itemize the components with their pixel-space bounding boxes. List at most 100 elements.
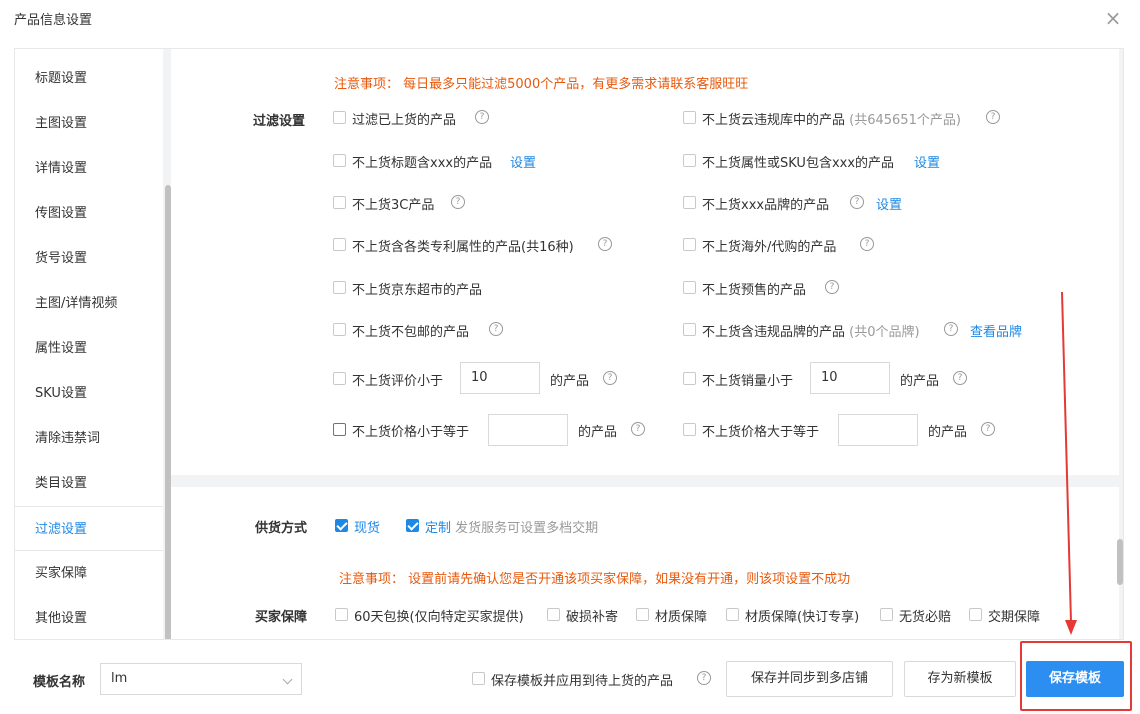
filter-min-price-label: 不上货价格大于等于 bbox=[702, 425, 820, 440]
sidebar-item-category[interactable]: 类目设置 bbox=[15, 461, 163, 506]
filter-3c-checkbox[interactable] bbox=[333, 196, 346, 209]
dialog-body: 标题设置 主图设置 详情设置 传图设置 货号设置 主图/详情视频 属性设置 SK… bbox=[14, 48, 1124, 640]
sidebar-item-buyer-guarantee[interactable]: 买家保障 bbox=[15, 551, 163, 596]
help-icon[interactable]: ? bbox=[850, 195, 864, 209]
filter-sales-label: 不上货销量小于 bbox=[702, 374, 794, 389]
help-icon[interactable]: ? bbox=[825, 280, 839, 294]
sidebar-item-main-image[interactable]: 主图设置 bbox=[15, 101, 163, 146]
apply-to-pending-label: 保存模板并应用到待上货的产品 bbox=[491, 674, 674, 689]
supply-guarantee-panel: 供货方式 现货 定制 发货服务可设置多档交期 注意事项： 设置前请先确认您是否开… bbox=[171, 487, 1119, 639]
filter-overseas-checkbox[interactable] bbox=[683, 238, 696, 251]
attribute-keyword-settings-link[interactable]: 设置 bbox=[914, 152, 940, 171]
supply-custom-note: 发货服务可设置多档交期 bbox=[455, 521, 599, 536]
filter-title-keyword-checkbox[interactable] bbox=[333, 154, 346, 167]
filter-attribute-keyword-checkbox[interactable] bbox=[683, 154, 696, 167]
guarantee-60-day-label: 60天包换(仅向特定买家提供) bbox=[354, 610, 524, 625]
sidebar-item-video[interactable]: 主图/详情视频 bbox=[15, 281, 163, 326]
settings-sidebar: 标题设置 主图设置 详情设置 传图设置 货号设置 主图/详情视频 属性设置 SK… bbox=[15, 49, 163, 639]
help-icon[interactable]: ? bbox=[489, 322, 503, 336]
help-icon[interactable]: ? bbox=[603, 371, 617, 385]
guarantee-delivery-checkbox[interactable] bbox=[969, 608, 982, 621]
sidebar-item-item-number[interactable]: 货号设置 bbox=[15, 236, 163, 281]
filter-overseas-label: 不上货海外/代购的产品 bbox=[702, 240, 837, 255]
filter-violating-brand-text: 不上货含违规品牌的产品 (共0个品牌) bbox=[702, 321, 920, 340]
supply-custom-text: 定制 发货服务可设置多档交期 bbox=[425, 517, 598, 536]
chevron-down-icon bbox=[282, 674, 293, 685]
guarantee-delivery-label: 交期保障 bbox=[988, 610, 1041, 625]
help-icon[interactable]: ? bbox=[944, 322, 958, 336]
filter-brand-checkbox[interactable] bbox=[683, 196, 696, 209]
template-name-select[interactable]: lm bbox=[100, 663, 302, 695]
highlight-box bbox=[1020, 641, 1132, 711]
help-icon[interactable]: ? bbox=[475, 110, 489, 124]
supply-section-label: 供货方式 bbox=[255, 521, 308, 536]
help-icon[interactable]: ? bbox=[986, 110, 1000, 124]
sidebar-item-attributes[interactable]: 属性设置 bbox=[15, 326, 163, 371]
filter-patent-label: 不上货含各类专利属性的产品(共16种) bbox=[352, 240, 574, 255]
help-icon[interactable]: ? bbox=[697, 671, 711, 685]
sidebar-item-other[interactable]: 其他设置 bbox=[15, 596, 163, 639]
help-icon[interactable]: ? bbox=[860, 237, 874, 251]
sidebar-item-detail[interactable]: 详情设置 bbox=[15, 146, 163, 191]
product-info-settings-dialog: 产品信息设置 × 标题设置 主图设置 详情设置 传图设置 货号设置 主图/详情视… bbox=[0, 0, 1140, 714]
help-icon[interactable]: ? bbox=[451, 195, 465, 209]
filter-cloud-violation-label: 不上货云违规库中的产品 bbox=[702, 113, 846, 128]
supply-custom-checkbox[interactable] bbox=[406, 519, 419, 532]
guarantee-stockout-checkbox[interactable] bbox=[880, 608, 893, 621]
filter-presale-checkbox[interactable] bbox=[683, 281, 696, 294]
filter-attribute-keyword-label: 不上货属性或SKU包含xxx的产品 bbox=[702, 156, 895, 171]
help-icon[interactable]: ? bbox=[953, 371, 967, 385]
max-price-input[interactable] bbox=[488, 414, 568, 446]
sidebar-item-upload-image[interactable]: 传图设置 bbox=[15, 191, 163, 236]
filter-jd-supermarket-label: 不上货京东超市的产品 bbox=[352, 283, 483, 298]
brand-settings-link[interactable]: 设置 bbox=[876, 194, 902, 213]
supply-in-stock-checkbox[interactable] bbox=[335, 519, 348, 532]
help-icon[interactable]: ? bbox=[598, 237, 612, 251]
sidebar-item-prohibited-words[interactable]: 清除违禁词 bbox=[15, 416, 163, 461]
guarantee-material-quick-checkbox[interactable] bbox=[726, 608, 739, 621]
template-name-value: lm bbox=[111, 671, 128, 686]
filter-patent-checkbox[interactable] bbox=[333, 238, 346, 251]
filter-no-free-shipping-checkbox[interactable] bbox=[333, 323, 346, 336]
filter-min-price-checkbox[interactable] bbox=[683, 423, 696, 436]
guarantee-damage-label: 破损补寄 bbox=[566, 610, 619, 625]
filter-violating-brand-label: 不上货含违规品牌的产品 bbox=[702, 325, 846, 340]
filter-cloud-violation-checkbox[interactable] bbox=[683, 111, 696, 124]
filter-cloud-violation-text: 不上货云违规库中的产品 (共645651个产品) bbox=[702, 109, 961, 128]
filter-panel: 注意事项： 每日最多只能过滤5000个产品，有更多需求请联系客服旺旺 过滤设置 … bbox=[171, 49, 1119, 475]
guarantee-stockout-label: 无货必赔 bbox=[899, 610, 952, 625]
filter-jd-supermarket-checkbox[interactable] bbox=[333, 281, 346, 294]
guarantee-material-checkbox[interactable] bbox=[636, 608, 649, 621]
title-keyword-settings-link[interactable]: 设置 bbox=[510, 152, 536, 171]
content-scrollbar[interactable] bbox=[1117, 539, 1123, 585]
filter-presale-label: 不上货预售的产品 bbox=[702, 283, 807, 298]
guarantee-60-day-checkbox[interactable] bbox=[335, 608, 348, 621]
sidebar-item-sku[interactable]: SKU设置 bbox=[15, 371, 163, 416]
save-and-sync-button[interactable]: 保存并同步到多店铺 bbox=[726, 661, 893, 697]
help-icon[interactable]: ? bbox=[981, 422, 995, 436]
filter-reviews-checkbox[interactable] bbox=[333, 372, 346, 385]
filter-violating-brand-checkbox[interactable] bbox=[683, 323, 696, 336]
filter-listed-checkbox[interactable] bbox=[333, 111, 346, 124]
filter-reviews-suffix: 的产品 bbox=[550, 374, 590, 389]
reviews-threshold-input[interactable]: 10 bbox=[460, 362, 540, 394]
close-icon[interactable]: × bbox=[1103, 8, 1123, 28]
help-icon[interactable]: ? bbox=[631, 422, 645, 436]
filter-sales-suffix: 的产品 bbox=[900, 374, 940, 389]
supply-in-stock-label: 现货 bbox=[354, 521, 381, 536]
guarantee-notice: 注意事项： 设置前请先确认您是否开通该项买家保障，如果没有开通，则该项设置不成功 bbox=[339, 572, 851, 587]
guarantee-section-label: 买家保障 bbox=[255, 610, 308, 625]
filter-max-price-checkbox[interactable] bbox=[333, 423, 346, 436]
supply-custom-label: 定制 bbox=[425, 521, 452, 536]
filter-reviews-label: 不上货评价小于 bbox=[352, 374, 444, 389]
apply-to-pending-checkbox[interactable] bbox=[472, 672, 485, 685]
min-price-input[interactable] bbox=[838, 414, 918, 446]
filter-sales-checkbox[interactable] bbox=[683, 372, 696, 385]
guarantee-damage-checkbox[interactable] bbox=[547, 608, 560, 621]
filter-max-price-suffix: 的产品 bbox=[578, 425, 618, 440]
sidebar-item-filter[interactable]: 过滤设置 bbox=[15, 506, 163, 551]
view-brands-link[interactable]: 查看品牌 bbox=[970, 321, 1022, 340]
sales-threshold-input[interactable]: 10 bbox=[810, 362, 890, 394]
save-as-new-template-button[interactable]: 存为新模板 bbox=[904, 661, 1016, 697]
sidebar-item-title[interactable]: 标题设置 bbox=[15, 56, 163, 101]
